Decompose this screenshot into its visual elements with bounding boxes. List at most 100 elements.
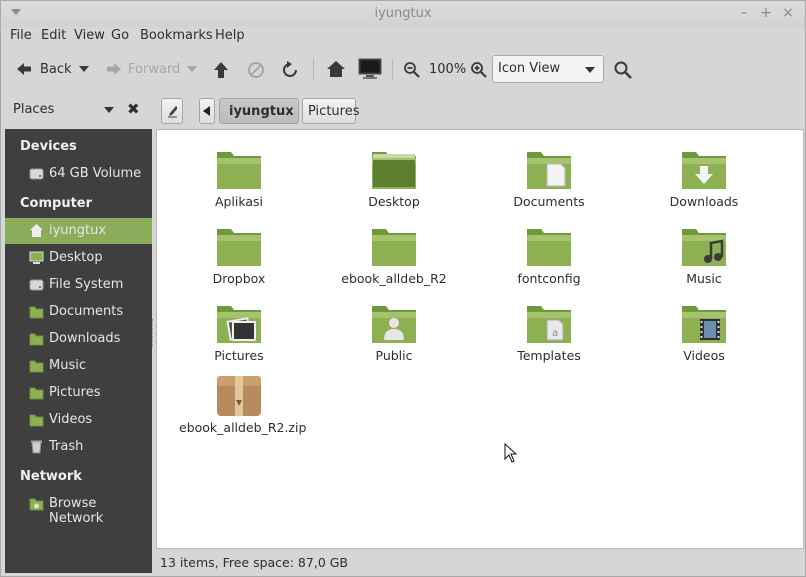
- up-arrow-icon[interactable]: [213, 61, 229, 85]
- drive-icon: [29, 279, 44, 291]
- file-manager-window: iyungtux – + × File Edit View Go Bookmar…: [0, 0, 806, 577]
- file-name: Music: [686, 271, 722, 286]
- file-item-fontconfig[interactable]: fontconfig: [489, 221, 609, 286]
- path-bar: iyungtux Pictures: [157, 93, 805, 127]
- sidebar-item-videos[interactable]: Videos: [5, 407, 152, 433]
- sidebar-item-label: Documents: [49, 304, 124, 319]
- file-name: ebook_alldeb_R2: [341, 271, 447, 286]
- folder-icon: [527, 229, 571, 266]
- file-item-templates[interactable]: a Templates: [489, 298, 609, 363]
- sidebar-item-label: File System: [49, 277, 124, 292]
- sidebar-item-label: Videos: [49, 412, 93, 427]
- folder-icon: [29, 387, 44, 400]
- sidebar-item-label: Pictures: [49, 385, 101, 400]
- trash-icon: [31, 440, 42, 454]
- sidebar-item-documents[interactable]: Documents: [5, 299, 152, 325]
- reload-icon[interactable]: [281, 61, 299, 85]
- forward-arrow-icon: [107, 63, 121, 75]
- back-arrow-icon: [17, 63, 31, 75]
- folder-icon: [217, 229, 261, 266]
- sidebar-section-network: Network: [20, 469, 82, 484]
- status-text: 13 items, Free space: 87,0 GB: [160, 555, 349, 570]
- public-folder-icon: [372, 306, 416, 343]
- sidebar-item-desktop[interactable]: Desktop: [5, 245, 152, 271]
- menu-go[interactable]: Go: [111, 28, 129, 43]
- file-item-dropbox[interactable]: Dropbox: [179, 221, 299, 286]
- file-item-downloads[interactable]: Downloads: [644, 144, 764, 209]
- file-name: Aplikasi: [214, 194, 264, 209]
- folder-icon: [372, 229, 416, 266]
- sidebar-item-browse-network[interactable]: Browse Network: [5, 491, 152, 526]
- sidebar-item-trash[interactable]: Trash: [5, 434, 152, 460]
- file-name: Videos: [683, 348, 725, 363]
- close-sidebar-icon[interactable]: ✖: [127, 100, 140, 118]
- sidebar-item-file-system[interactable]: File System: [5, 272, 152, 298]
- sidebar-item-pictures[interactable]: Pictures: [5, 380, 152, 406]
- file-item-music[interactable]: Music: [644, 221, 764, 286]
- file-item-aplikasi[interactable]: Aplikasi: [179, 144, 299, 209]
- file-item-ebook-alldeb-r2-zip[interactable]: ebook_alldeb_R2.zip: [179, 370, 306, 435]
- title-bar: iyungtux – + ×: [1, 1, 805, 27]
- file-item-documents[interactable]: Documents: [489, 144, 609, 209]
- menu-help[interactable]: Help: [215, 28, 245, 43]
- zoom-in-icon[interactable]: [470, 61, 488, 85]
- file-item-pictures[interactable]: Pictures: [179, 298, 299, 363]
- sidebar-item-64-gb-volume[interactable]: 64 GB Volume: [5, 161, 152, 187]
- edit-pencil-icon: [168, 106, 177, 118]
- drive-icon: [29, 168, 44, 180]
- menu-view[interactable]: View: [74, 28, 105, 43]
- sidebar-item-music[interactable]: Music: [5, 353, 152, 379]
- menu-bar: File Edit View Go Bookmarks Help: [1, 27, 805, 47]
- view-mode-select[interactable]: Icon View: [492, 55, 604, 83]
- computer-icon[interactable]: [358, 58, 382, 82]
- file-item-ebook-alldeb-r2[interactable]: ebook_alldeb_R2: [334, 221, 454, 286]
- templates-folder-icon: a: [527, 306, 571, 343]
- places-sidebar: Devices 64 GB Volume Computer iyungtux Deskt…: [5, 129, 152, 573]
- file-name: Downloads: [669, 194, 739, 209]
- stop-icon[interactable]: [247, 61, 265, 85]
- path-scroll-left-button[interactable]: [199, 98, 215, 124]
- forward-button[interactable]: Forward: [105, 57, 180, 81]
- sidebar-section-computer: Computer: [20, 196, 93, 211]
- forward-history-dropdown-icon[interactable]: [187, 65, 197, 73]
- desktop-icon: [29, 251, 44, 264]
- file-name: Dropbox: [212, 271, 266, 286]
- back-history-dropdown-icon[interactable]: [79, 65, 89, 73]
- close-button[interactable]: ×: [779, 4, 797, 22]
- menu-bookmarks[interactable]: Bookmarks: [140, 28, 213, 43]
- sidebar-item-label: Trash: [49, 439, 84, 454]
- zoom-level: 100%: [429, 61, 467, 77]
- back-button[interactable]: Back: [15, 57, 72, 81]
- forward-label: Forward: [128, 61, 181, 77]
- breadcrumb-home[interactable]: iyungtux: [219, 98, 299, 124]
- file-item-desktop[interactable]: Desktop: [334, 144, 454, 209]
- folder-icon: [217, 152, 261, 189]
- places-label: Places: [13, 102, 55, 117]
- file-item-videos[interactable]: Videos: [644, 298, 764, 363]
- toolbar: Back Forward 100%: [1, 51, 805, 87]
- file-item-public[interactable]: Public: [334, 298, 454, 363]
- sidebar-item-label: Desktop: [49, 250, 103, 265]
- videos-folder-icon: [682, 306, 726, 343]
- breadcrumb-label: iyungtux: [229, 103, 294, 119]
- breadcrumb-pictures[interactable]: Pictures: [302, 98, 359, 124]
- menu-file[interactable]: File: [10, 28, 32, 43]
- back-label: Back: [40, 61, 72, 77]
- documents-folder-icon: [527, 152, 571, 189]
- menu-edit[interactable]: Edit: [41, 28, 66, 43]
- sidebar-resize-handle[interactable]: [152, 319, 155, 347]
- maximize-button[interactable]: +: [757, 4, 775, 22]
- folder-icon: [29, 360, 44, 373]
- chevron-down-icon: [585, 67, 595, 73]
- search-icon[interactable]: [613, 60, 633, 84]
- places-header: Places ✖: [1, 93, 153, 127]
- sidebar-item-iyungtux[interactable]: iyungtux: [5, 218, 152, 244]
- sidebar-type-dropdown-icon[interactable]: [104, 107, 114, 114]
- zoom-out-icon[interactable]: [403, 61, 421, 85]
- downloads-folder-icon: [682, 152, 726, 189]
- minimize-button[interactable]: –: [735, 4, 753, 22]
- sidebar-section-devices: Devices: [20, 139, 77, 154]
- sidebar-item-downloads[interactable]: Downloads: [5, 326, 152, 352]
- home-icon[interactable]: [326, 60, 346, 84]
- toggle-location-entry-button[interactable]: [161, 98, 183, 124]
